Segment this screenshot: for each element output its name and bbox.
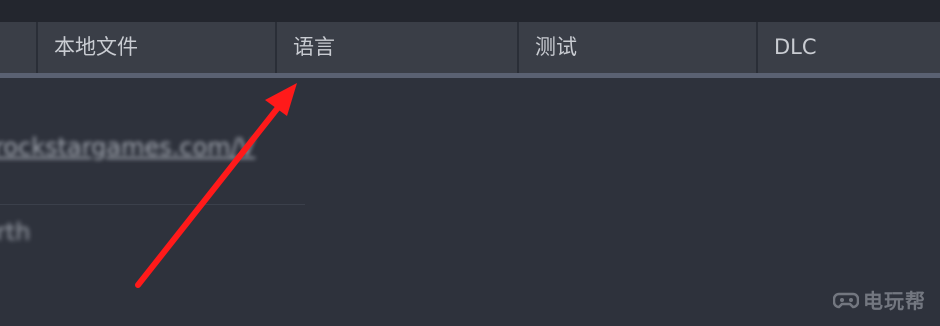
blurred-text: rth xyxy=(0,218,31,246)
tab-local-files[interactable]: 本地文件 xyxy=(38,22,275,73)
divider xyxy=(0,204,305,205)
tab-language[interactable]: 语言 xyxy=(277,22,517,73)
game-controller-icon xyxy=(833,292,859,308)
tab-previous[interactable] xyxy=(0,22,36,73)
tab-content-panel: rockstargames.com/V rth xyxy=(0,78,940,326)
tab-betas[interactable]: 测试 xyxy=(519,22,756,73)
title-strip xyxy=(0,0,940,22)
blurred-website-link[interactable]: rockstargames.com/V xyxy=(0,133,255,161)
properties-window: 本地文件 语言 测试 DLC rockstargames.com/V rth 电… xyxy=(0,0,940,326)
tab-bar: 本地文件 语言 测试 DLC xyxy=(0,22,940,73)
tab-dlc[interactable]: DLC xyxy=(758,22,940,73)
watermark-text: 电玩帮 xyxy=(863,289,926,313)
watermark: 电玩帮 xyxy=(833,285,926,314)
